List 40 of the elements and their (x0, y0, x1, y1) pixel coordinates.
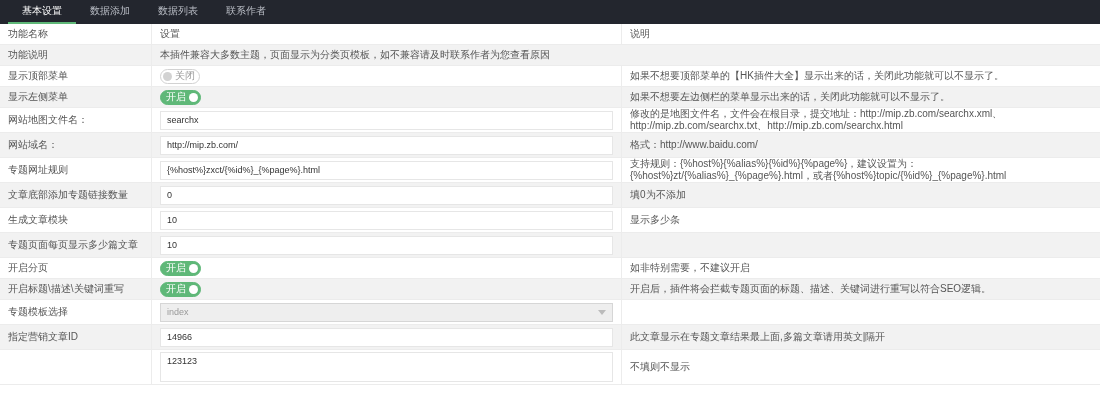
setting-label: 网站地图文件名： (8, 113, 88, 127)
setting-hint: 如非特别需要，不建议开启 (630, 262, 750, 274)
setting-label: 生成文章模块 (8, 213, 68, 227)
input-field[interactable]: 14966 (160, 327, 613, 347)
setting-label: 专题页面每页显示多少篇文章 (8, 238, 138, 252)
setting-hint: 格式：http://www.baidu.com/ (630, 139, 758, 151)
setting-hint: 不填则不显示 (630, 361, 690, 373)
setting-hint: 填0为不添加 (630, 189, 686, 201)
setting-hint: 此文章显示在专题文章结果最上面,多篇文章请用英文|隔开 (630, 331, 886, 343)
column-header: 说明 (630, 28, 650, 40)
caret-icon (598, 309, 606, 315)
setting-hint: 支持规则：{%host%}{%alias%}{%id%}{%page%}，建议设置为：{%host%}zt/{%alias%}_{%page%}.html，或者{%host%}topic/{%id%}_{%page%}.html (630, 158, 1008, 182)
setting-label: 开启标题\描述\关键词重写 (8, 282, 124, 296)
column-header: 设置 (160, 27, 180, 41)
input-field[interactable]: searchx (160, 110, 613, 130)
setting-label: 显示左侧菜单 (8, 90, 68, 104)
setting-hint: 显示多少条 (630, 214, 680, 226)
setting-label: 指定营销文章ID (8, 330, 78, 344)
setting-label: 文章底部添加专题链接数量 (8, 188, 128, 202)
setting-label: 专题网址规则 (8, 163, 68, 177)
tab[interactable]: 联系作者 (212, 0, 280, 24)
input-field[interactable]: 10 (160, 235, 613, 255)
setting-label: 功能说明 (8, 48, 48, 62)
setting-label: 显示顶部菜单 (8, 69, 68, 83)
tab[interactable]: 数据添加 (76, 0, 144, 24)
setting-hint: 修改的是地图文件名，文件会在根目录，提交地址：http://mip.zb.com/searchx.xml、http://mip.zb.com/searchx.txt、http://mip.zb.com/searchx.html (630, 108, 1004, 132)
text-area[interactable]: 123123 (160, 352, 613, 382)
input-field[interactable]: {%host%}zxct/{%id%}_{%page%}.html (160, 160, 613, 180)
setting-hint: 如果不想要顶部菜单的【HK插件大全】显示出来的话，关闭此功能就可以不显示了。 (630, 70, 1004, 82)
setting-hint: 开启后，插件将会拦截专题页面的标题、描述、关键词进行重写以符合SEO逻辑。 (630, 283, 992, 295)
plugin-description: 本插件兼容大多数主题，页面显示为分类页模板，如不兼容请及时联系作者为您查看原因 (160, 48, 550, 62)
input-field[interactable]: 0 (160, 185, 613, 205)
input-field[interactable]: http://mip.zb.com/ (160, 135, 613, 155)
setting-label: 网站域名： (8, 138, 58, 152)
tab[interactable]: 数据列表 (144, 0, 212, 24)
input-field[interactable]: 10 (160, 210, 613, 230)
setting-label: 专题模板选择 (8, 305, 68, 319)
column-header: 功能名称 (8, 27, 48, 41)
setting-hint: 如果不想要左边侧栏的菜单显示出来的话，关闭此功能就可以不显示了。 (630, 91, 950, 103)
setting-label: 开启分页 (8, 261, 48, 275)
